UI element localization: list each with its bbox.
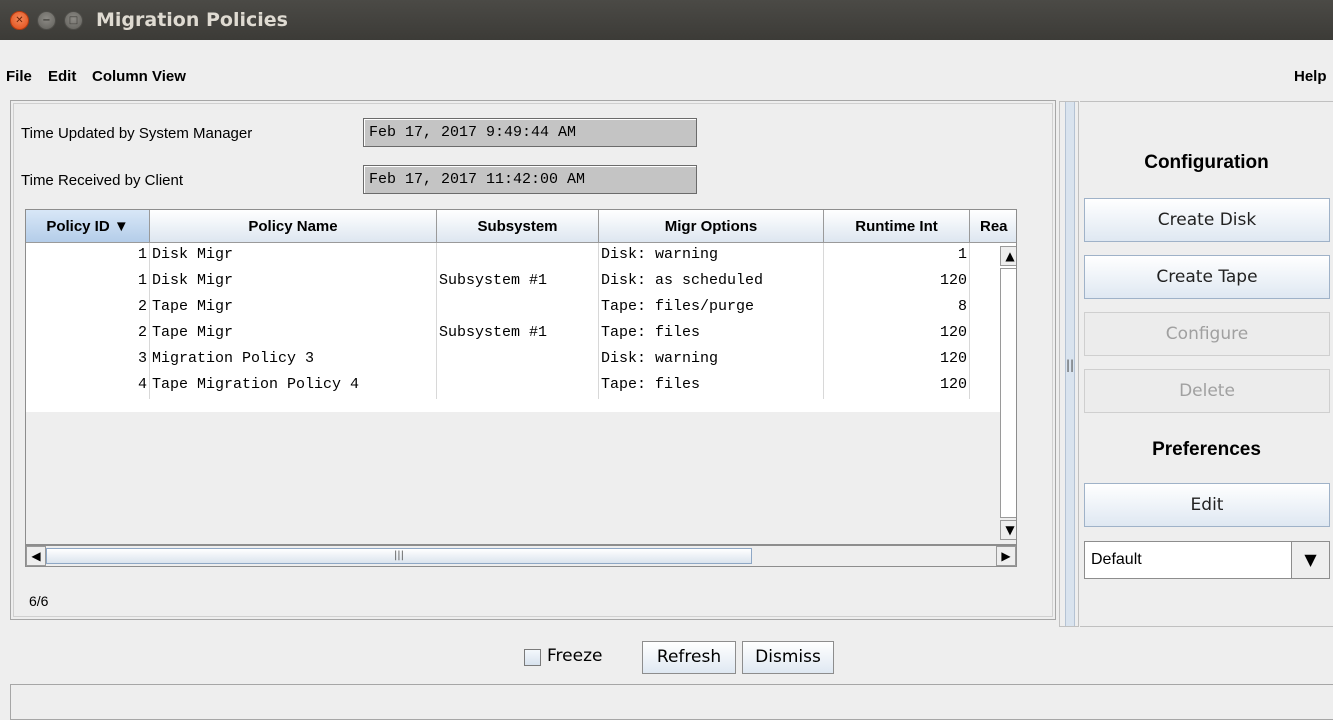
title-bar: ✕ − □ Migration Policies (0, 0, 1333, 40)
menu-edit[interactable]: Edit (48, 68, 76, 85)
cell-runtime-int: 120 (824, 347, 970, 373)
table-header: Policy ID ▼ Policy Name Subsystem Migr O… (26, 210, 1016, 243)
cell-subsystem (437, 373, 599, 399)
splitter-grip-icon[interactable]: || (1060, 358, 1080, 372)
scroll-right-icon[interactable]: ▶ (996, 546, 1016, 566)
close-icon: ✕ (15, 15, 24, 26)
create-disk-button[interactable]: Create Disk (1084, 198, 1330, 242)
preferences-select-value: Default (1091, 551, 1142, 568)
window-maximize-button[interactable]: □ (64, 11, 83, 30)
cell-policy-id: 2 (26, 295, 150, 321)
window-close-button[interactable]: ✕ (10, 11, 29, 30)
cell-migr-options: Tape: files (599, 321, 824, 347)
configuration-heading: Configuration (1144, 152, 1269, 173)
cell-subsystem (437, 295, 599, 321)
column-header-policy-name[interactable]: Policy Name (150, 210, 437, 243)
status-bar (10, 684, 1333, 720)
column-header-policy-id[interactable]: Policy ID ▼ (26, 210, 150, 243)
table-row[interactable]: 4 Tape Migration Policy 4 Tape: files 12… (26, 373, 1016, 399)
horizontal-scrollbar[interactable]: ◀ ||| ▶ (25, 545, 1017, 567)
cell-subsystem (437, 243, 599, 269)
freeze-checkbox[interactable] (524, 649, 541, 666)
table-row[interactable]: 2 Tape Migr Tape: files/purge 8 (26, 295, 1016, 321)
dismiss-button[interactable]: Dismiss (742, 641, 834, 674)
cell-migr-options: Disk: warning (599, 243, 824, 269)
cell-runtime-int: 1 (824, 243, 970, 269)
cell-migr-options: Tape: files/purge (599, 295, 824, 321)
cell-policy-id: 4 (26, 373, 150, 399)
cell-policy-name: Tape Migr (150, 321, 437, 347)
scroll-up-icon[interactable]: ▲ (1000, 246, 1016, 266)
scroll-left-icon[interactable]: ◀ (26, 546, 46, 566)
time-updated-label: Time Updated by System Manager (21, 125, 253, 142)
cell-policy-name: Disk Migr (150, 269, 437, 295)
vertical-scrollbar[interactable]: ▲ ▼ (994, 210, 1016, 544)
chevron-down-icon[interactable]: ▼ (1291, 542, 1329, 578)
cell-subsystem: Subsystem #1 (437, 321, 599, 347)
create-tape-button[interactable]: Create Tape (1084, 255, 1330, 299)
cell-policy-id: 3 (26, 347, 150, 373)
policies-table: Policy ID ▼ Policy Name Subsystem Migr O… (25, 209, 1017, 545)
cell-policy-id: 1 (26, 243, 150, 269)
cell-policy-id: 1 (26, 269, 150, 295)
refresh-button[interactable]: Refresh (642, 641, 736, 674)
column-header-migr-options[interactable]: Migr Options (599, 210, 824, 243)
cell-policy-name: Migration Policy 3 (150, 347, 437, 373)
menu-file[interactable]: File (6, 68, 32, 85)
cell-subsystem: Subsystem #1 (437, 269, 599, 295)
cell-migr-options: Tape: files (599, 373, 824, 399)
cell-policy-name: Disk Migr (150, 243, 437, 269)
time-received-field: Feb 17, 2017 11:42:00 AM (363, 165, 697, 194)
delete-button[interactable]: Delete (1084, 369, 1330, 413)
table-row[interactable]: 2 Tape Migr Subsystem #1 Tape: files 120 (26, 321, 1016, 347)
cell-policy-id: 2 (26, 321, 150, 347)
cell-runtime-int: 8 (824, 295, 970, 321)
freeze-label[interactable]: Freeze (547, 646, 602, 666)
preferences-select[interactable]: Default ▼ (1084, 541, 1330, 579)
panel-splitter[interactable]: || (1059, 101, 1079, 627)
bottom-bar: Freeze Refresh Dismiss (0, 630, 1333, 680)
cell-runtime-int: 120 (824, 321, 970, 347)
configure-button[interactable]: Configure (1084, 312, 1330, 356)
cell-runtime-int: 120 (824, 373, 970, 399)
cell-migr-options: Disk: warning (599, 347, 824, 373)
cell-runtime-int: 120 (824, 269, 970, 295)
window-title: Migration Policies (96, 9, 288, 31)
column-header-subsystem[interactable]: Subsystem (437, 210, 599, 243)
scroll-down-icon[interactable]: ▼ (1000, 520, 1016, 540)
row-count: 6/6 (29, 593, 49, 609)
table-row[interactable]: 1 Disk Migr Disk: warning 1 (26, 243, 1016, 269)
edit-preferences-button[interactable]: Edit (1084, 483, 1330, 527)
actions-panel: Configuration Create Disk Create Tape Co… (1080, 101, 1333, 627)
time-updated-field: Feb 17, 2017 9:49:44 AM (363, 118, 697, 147)
table-body: 1 Disk Migr Disk: warning 1 1 Disk Migr … (26, 243, 1016, 412)
cell-migr-options: Disk: as scheduled (599, 269, 824, 295)
cell-policy-name: Tape Migration Policy 4 (150, 373, 437, 399)
table-row[interactable]: 3 Migration Policy 3 Disk: warning 120 (26, 347, 1016, 373)
column-header-runtime-int[interactable]: Runtime Int (824, 210, 970, 243)
policies-panel: Time Updated by System Manager Feb 17, 2… (10, 100, 1056, 620)
cell-subsystem (437, 347, 599, 373)
minimize-icon: − (42, 15, 51, 26)
vertical-scroll-track[interactable] (1000, 268, 1016, 518)
preferences-heading: Preferences (1152, 439, 1261, 460)
menu-column-view[interactable]: Column View (92, 68, 186, 85)
horizontal-scroll-thumb[interactable]: ||| (46, 548, 752, 564)
cell-policy-name: Tape Migr (150, 295, 437, 321)
time-received-label: Time Received by Client (21, 172, 184, 189)
maximize-icon: □ (68, 15, 79, 26)
window-minimize-button[interactable]: − (37, 11, 56, 30)
table-row[interactable]: 1 Disk Migr Subsystem #1 Disk: as schedu… (26, 269, 1016, 295)
menu-bar: File Edit Column View Help (0, 40, 1333, 92)
menu-help[interactable]: Help (1294, 68, 1327, 85)
